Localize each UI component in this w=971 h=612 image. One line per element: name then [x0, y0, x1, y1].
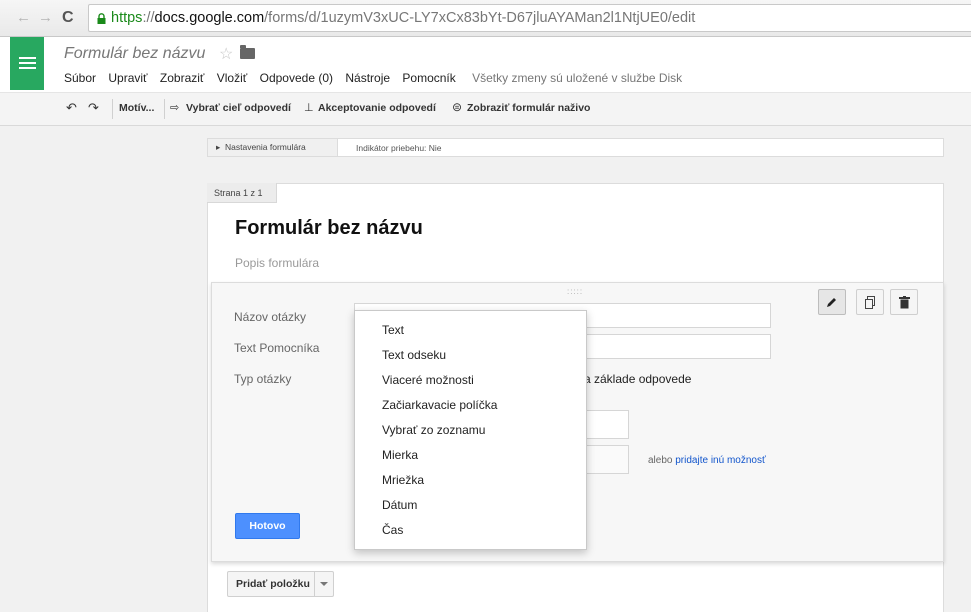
browser-address-bar: ← → C https://docs.google.com/forms/d/1u…	[0, 0, 971, 37]
save-status: Všetky zmeny sú uložené v službe Disk	[472, 71, 683, 85]
question-type-option-paragraph[interactable]: Text odseku	[382, 348, 446, 362]
theme-button[interactable]: Motív...	[119, 102, 154, 114]
star-icon[interactable]: ☆	[219, 44, 233, 64]
add-item-label: Pridať položku	[236, 578, 310, 590]
document-title[interactable]: Formulár bez názvu	[64, 45, 205, 63]
menu-tools[interactable]: Nástroje	[345, 71, 390, 85]
redo-icon[interactable]: ↷	[88, 100, 99, 116]
form-description-field[interactable]: Popis formulára	[235, 256, 319, 270]
menu-view[interactable]: Zobraziť	[160, 71, 205, 85]
question-type-option-multiple-choice[interactable]: Viaceré možnosti	[382, 373, 474, 387]
toolbar: ↶ ↷ Motív... ⇨ Vybrať cieľ odpovedí ⊥ Ak…	[0, 92, 971, 126]
trash-icon	[898, 296, 910, 309]
form-settings-label: Nastavenia formulára	[225, 142, 306, 152]
question-type-option-grid[interactable]: Mriežka	[382, 473, 424, 487]
form-settings-toggle[interactable]: ▸ Nastavenia formulára	[208, 139, 338, 156]
view-live-form-button[interactable]: Zobraziť formulár naživo	[467, 102, 590, 114]
form-title[interactable]: Formulár bez názvu	[235, 217, 423, 240]
menu-help[interactable]: Pomocník	[402, 71, 455, 85]
menu-insert[interactable]: Vložiť	[217, 71, 248, 85]
question-type-option-date[interactable]: Dátum	[382, 498, 417, 512]
add-other-option-link[interactable]: pridajte inú možnosť	[675, 455, 765, 466]
add-item-button[interactable]: Pridať položku	[227, 571, 334, 597]
add-item-divider	[314, 572, 315, 596]
question-type-dropdown: Text Text odseku Viaceré možnosti Začiar…	[354, 310, 587, 550]
form-settings-bar: ▸ Nastavenia formulára Indikátor priebeh…	[207, 138, 944, 157]
page-navigation-text[interactable]: a základe odpovede	[584, 372, 691, 386]
menu-file[interactable]: Súbor	[64, 71, 96, 85]
lock-icon	[97, 13, 106, 24]
forms-logo[interactable]	[10, 37, 44, 90]
back-arrow-icon[interactable]: ←	[16, 9, 31, 27]
page-label: Strana 1 z 1	[207, 183, 277, 203]
add-other-option: alebo pridajte inú možnosť	[648, 455, 766, 466]
help-text-label: Text Pomocníka	[234, 341, 320, 355]
forward-arrow-icon[interactable]: →	[38, 9, 53, 27]
question-type-option-checkboxes[interactable]: Začiarkavacie políčka	[382, 398, 497, 412]
list-icon	[19, 57, 36, 72]
export-icon: ⇨	[170, 102, 180, 114]
pencil-icon	[827, 298, 836, 307]
add-other-prefix: alebo	[648, 455, 673, 466]
response-destination-button[interactable]: Vybrať cieľ odpovedí	[186, 102, 291, 114]
dropdown-arrow-icon[interactable]	[320, 582, 328, 586]
drag-handle-icon[interactable]: :::::	[567, 287, 583, 296]
undo-icon[interactable]: ↶	[66, 100, 77, 116]
delete-button[interactable]	[890, 289, 918, 315]
folder-icon[interactable]	[240, 45, 255, 59]
question-type-option-time[interactable]: Čas	[382, 523, 403, 537]
edit-button[interactable]	[818, 289, 846, 315]
reload-icon[interactable]: C	[62, 9, 74, 27]
accepting-icon: ⊥	[304, 102, 314, 114]
menu-bar: Súbor Upraviť Zobraziť Vložiť Odpovede (…	[64, 71, 691, 85]
toolbar-divider	[112, 99, 113, 119]
toolbar-divider	[164, 99, 165, 119]
question-type-option-choose-from-list[interactable]: Vybrať zo zoznamu	[382, 423, 485, 437]
done-button[interactable]: Hotovo	[235, 513, 300, 539]
menu-responses[interactable]: Odpovede (0)	[260, 71, 333, 85]
question-type-option-text[interactable]: Text	[382, 323, 404, 337]
progress-indicator-text: Indikátor priebehu: Nie	[356, 143, 442, 153]
question-type-label: Typ otázky	[234, 372, 292, 386]
duplicate-button[interactable]	[856, 289, 884, 315]
accepting-responses-button[interactable]: Akceptovanie odpovedí	[318, 102, 436, 114]
url-field[interactable]: https://docs.google.com/forms/d/1uzymV3x…	[88, 4, 971, 32]
question-type-option-scale[interactable]: Mierka	[382, 448, 418, 462]
menu-edit[interactable]: Upraviť	[108, 71, 147, 85]
question-title-label: Názov otázky	[234, 310, 307, 324]
duplicate-icon	[865, 296, 875, 309]
url-text: https://docs.google.com/forms/d/1uzymV3x…	[111, 10, 696, 26]
view-live-icon: ⊜	[452, 100, 463, 114]
